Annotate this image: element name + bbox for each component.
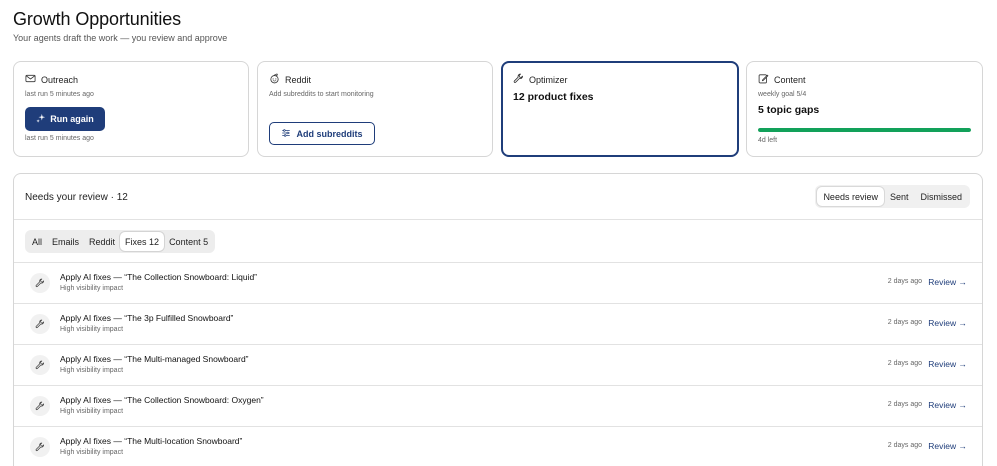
tab-dismissed[interactable]: Dismissed [914, 187, 968, 206]
filter-content[interactable]: Content 5 [164, 232, 213, 251]
wrench-icon [30, 355, 50, 375]
filter-fixes[interactable]: Fixes 12 [120, 232, 165, 251]
content-progress-fill [758, 128, 971, 132]
filter-bar: All Emails Reddit Fixes 12 Content 5 [14, 221, 982, 263]
optimizer-summary: 12 product fixes [513, 91, 594, 103]
reddit-card-header: Reddit [269, 73, 311, 86]
outreach-card[interactable]: Outreach last run 5 minutes ago Run agai… [13, 61, 249, 157]
item-impact: High visibility impact [60, 408, 124, 415]
review-panel: Needs your review · 12 Needs review Sent D… [13, 173, 983, 466]
add-subreddits-label: Add subreddits [296, 128, 363, 139]
review-header: Needs your review · 12 Needs review Sent D… [14, 174, 982, 220]
item-timestamp: 2 days ago [887, 442, 922, 449]
optimizer-card[interactable]: Optimizer 12 product fixes [501, 61, 739, 157]
outreach-last-run: last run 5 minutes ago [25, 91, 94, 98]
tab-needs-review[interactable]: Needs review [817, 187, 884, 206]
item-impact: High visibility impact [60, 326, 124, 333]
item-impact: High visibility impact [60, 285, 124, 292]
run-again-label: Run again [50, 114, 94, 124]
item-timestamp: 2 days ago [887, 319, 922, 326]
sliders-icon [281, 128, 291, 140]
optimizer-card-title: Optimizer [529, 74, 568, 85]
filter-all[interactable]: All [27, 232, 47, 251]
filter-reddit[interactable]: Reddit [84, 232, 120, 251]
wrench-icon [30, 437, 50, 457]
wrench-icon [30, 273, 50, 293]
reddit-icon [269, 73, 280, 86]
review-link[interactable]: Review → [928, 318, 967, 328]
optimizer-card-header: Optimizer [513, 73, 568, 86]
outreach-card-header: Outreach [25, 73, 78, 86]
list-item[interactable]: Apply AI fixes — “The Multi-location Sno… [14, 427, 982, 466]
review-link[interactable]: Review → [928, 277, 967, 287]
filter-emails[interactable]: Emails [47, 232, 84, 251]
category-filters: All Emails Reddit Fixes 12 Content 5 [25, 230, 216, 253]
reddit-card[interactable]: Reddit Add subreddits to start monitorin… [257, 61, 493, 157]
tab-sent[interactable]: Sent [884, 187, 915, 206]
item-title: Apply AI fixes — “The 3p Fulfilled Snowb… [60, 313, 234, 323]
item-timestamp: 2 days ago [887, 278, 922, 285]
sparkles-icon [36, 113, 46, 125]
item-title: Apply AI fixes — “The Multi-location Sno… [60, 436, 243, 446]
review-title: Needs your review · 12 [25, 192, 128, 203]
list-item[interactable]: Apply AI fixes — “The Collection Snowboa… [14, 386, 982, 427]
list-item[interactable]: Apply AI fixes — “The Multi-managed Snow… [14, 345, 982, 386]
review-status-tabs: Needs review Sent Dismissed [815, 185, 970, 208]
review-link[interactable]: Review → [928, 359, 967, 369]
add-subreddits-button[interactable]: Add subreddits [269, 122, 375, 145]
review-link[interactable]: Review → [928, 441, 967, 451]
list-item[interactable]: Apply AI fixes — “The Collection Snowboa… [14, 263, 982, 304]
wrench-icon [513, 73, 524, 86]
reddit-subtitle: Add subreddits to start monitoring [269, 91, 374, 98]
review-list: Apply AI fixes — “The Collection Snowboa… [14, 263, 982, 466]
run-again-button[interactable]: Run again [25, 107, 105, 131]
content-progress-bar [758, 128, 971, 132]
outreach-last-run-footer: last run 5 minutes ago [25, 135, 94, 142]
item-title: Apply AI fixes — “The Collection Snowboa… [60, 395, 264, 405]
content-card[interactable]: Content weekly goal 5/4 5 topic gaps 4d … [746, 61, 983, 157]
outreach-card-title: Outreach [41, 74, 79, 85]
item-impact: High visibility impact [60, 367, 124, 374]
list-item[interactable]: Apply AI fixes — “The 3p Fulfilled Snowb… [14, 304, 982, 345]
wrench-icon [30, 314, 50, 334]
item-timestamp: 2 days ago [887, 401, 922, 408]
page-title: Growth Opportunities [13, 9, 182, 29]
content-card-title: Content [774, 74, 806, 85]
content-goal: weekly goal 5/4 [758, 91, 807, 98]
item-title: Apply AI fixes — “The Collection Snowboa… [60, 272, 258, 282]
item-title: Apply AI fixes — “The Multi-managed Snow… [60, 354, 249, 364]
review-link[interactable]: Review → [928, 400, 967, 410]
content-time-left: 4d left [758, 137, 778, 144]
reddit-card-title: Reddit [285, 74, 312, 85]
content-card-header: Content [758, 73, 806, 86]
item-impact: High visibility impact [60, 449, 124, 456]
content-summary: 5 topic gaps [758, 104, 820, 116]
wrench-icon [30, 396, 50, 416]
mail-icon [25, 73, 36, 86]
page-subtitle: Your agents draft the work — you review … [13, 33, 228, 43]
item-timestamp: 2 days ago [887, 360, 922, 367]
edit-icon [758, 73, 769, 86]
